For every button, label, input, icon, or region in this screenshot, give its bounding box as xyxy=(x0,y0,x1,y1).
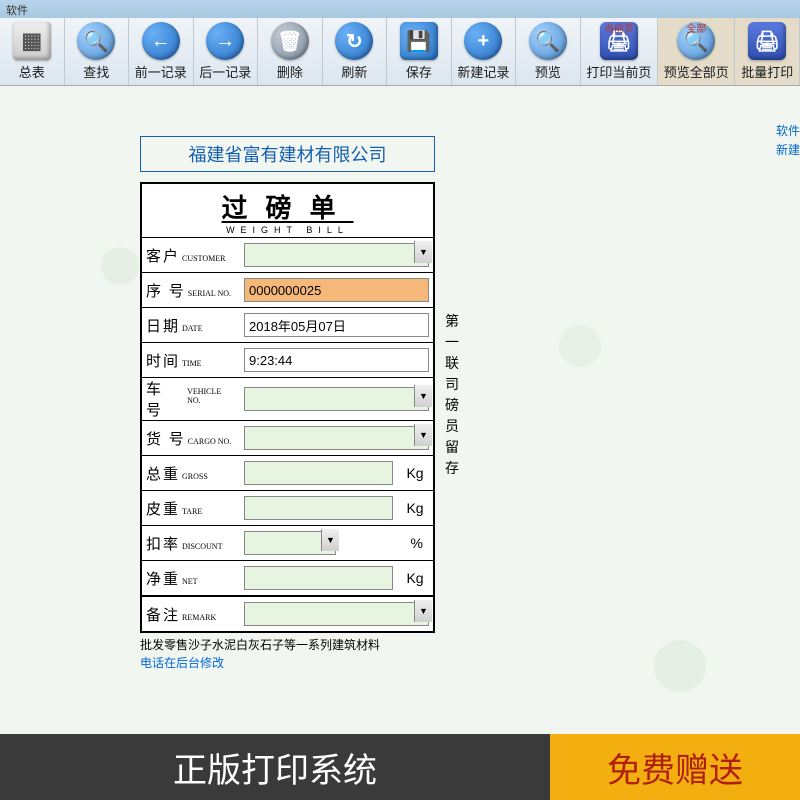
row-discount: 扣率DISCOUNT ▼ % xyxy=(142,526,433,561)
row-customer: 客户CUSTOMER ▼ xyxy=(142,238,433,273)
cargo-select[interactable] xyxy=(244,426,429,450)
toolbar-search[interactable]: 🔍 查找 xyxy=(65,18,130,85)
copy-label: 第一联 司磅员留存 xyxy=(445,312,461,480)
row-date: 日期DATE xyxy=(142,308,433,343)
chevron-down-icon[interactable]: ▼ xyxy=(321,529,339,551)
weigh-bill-form: 福建省富有建材有限公司 过磅单 WEIGHT BILL 客户CUSTOMER ▼… xyxy=(140,136,435,672)
customer-select[interactable] xyxy=(244,243,429,267)
toolbar-batch-print[interactable]: 🖨 批量打印 xyxy=(735,18,800,85)
toolbar-preview-all[interactable]: 全部 🔍 预览全部页 xyxy=(658,18,735,85)
chevron-down-icon[interactable]: ▼ xyxy=(414,600,432,622)
plus-icon: + xyxy=(464,22,502,60)
save-icon: 💾 xyxy=(400,22,438,60)
date-input[interactable] xyxy=(244,313,429,337)
row-tare: 皮重TARE Kg xyxy=(142,491,433,526)
row-cargo: 货 号CARGO NO. ▼ xyxy=(142,421,433,456)
preview-icon: 🔍 xyxy=(529,22,567,60)
arrow-left-icon: ← xyxy=(142,22,180,60)
row-gross: 总重GROSS Kg xyxy=(142,456,433,491)
remark-select[interactable] xyxy=(244,602,429,626)
row-time: 时间TIME xyxy=(142,343,433,378)
toolbar-prev-record[interactable]: ← 前一记录 xyxy=(129,18,194,85)
bill-title: 过磅单 WEIGHT BILL xyxy=(142,184,433,238)
chevron-down-icon[interactable]: ▼ xyxy=(414,241,432,263)
bill-container: 过磅单 WEIGHT BILL 客户CUSTOMER ▼ 序 号SERIAL N… xyxy=(140,182,435,633)
side-links: 软件 新建 xyxy=(776,122,800,160)
toolbar-total-table[interactable]: ▦ 总表 xyxy=(0,18,65,85)
banner-right: 免费赠送 xyxy=(550,734,800,800)
net-input[interactable] xyxy=(244,566,393,590)
content-area: 软件 新建 福建省富有建材有限公司 过磅单 WEIGHT BILL 客户CUST… xyxy=(0,86,800,734)
window-title-bar: 软件 xyxy=(0,0,800,18)
gross-input[interactable] xyxy=(244,461,393,485)
batch-print-icon: 🖨 xyxy=(748,22,786,60)
company-title: 福建省富有建材有限公司 xyxy=(140,136,435,172)
banner-left: 正版打印系统 xyxy=(0,734,550,800)
vehicle-select[interactable] xyxy=(244,387,429,411)
bottom-banner: 正版打印系统 免费赠送 xyxy=(0,734,800,800)
chevron-down-icon[interactable]: ▼ xyxy=(414,385,432,407)
toolbar-preview[interactable]: 🔍 预览 xyxy=(516,18,581,85)
row-serial: 序 号SERIAL NO. xyxy=(142,273,433,308)
toolbar-new-record[interactable]: + 新建记录 xyxy=(452,18,517,85)
chevron-down-icon[interactable]: ▼ xyxy=(414,424,432,446)
toolbar-print-current[interactable]: 当前页 🖨 打印当前页 xyxy=(581,18,658,85)
row-vehicle: 车 号VEHICLE NO. ▼ xyxy=(142,378,433,421)
tare-input[interactable] xyxy=(244,496,393,520)
toolbar-next-record[interactable]: → 后一记录 xyxy=(194,18,259,85)
footer-note-1: 批发零售沙子水泥白灰石子等一系列建筑材料 xyxy=(140,636,435,654)
toolbar-refresh[interactable]: ↻ 刷新 xyxy=(323,18,388,85)
serial-input[interactable] xyxy=(244,278,429,302)
side-link-1[interactable]: 软件 xyxy=(776,122,800,141)
row-remark: 备注REMARK ▼ xyxy=(142,596,433,631)
trash-icon: 🗑 xyxy=(271,22,309,60)
time-input[interactable] xyxy=(244,348,429,372)
search-icon: 🔍 xyxy=(77,22,115,60)
footer-notes: 批发零售沙子水泥白灰石子等一系列建筑材料 电话在后台修改 xyxy=(140,636,435,672)
main-toolbar: ▦ 总表 🔍 查找 ← 前一记录 → 后一记录 🗑 删除 ↻ 刷新 💾 保存 +… xyxy=(0,18,800,86)
table-icon: ▦ xyxy=(13,22,51,60)
side-link-2[interactable]: 新建 xyxy=(776,141,800,160)
toolbar-save[interactable]: 💾 保存 xyxy=(387,18,452,85)
row-net: 净重NET Kg xyxy=(142,561,433,596)
toolbar-delete[interactable]: 🗑 删除 xyxy=(258,18,323,85)
refresh-icon: ↻ xyxy=(335,22,373,60)
arrow-right-icon: → xyxy=(206,22,244,60)
footer-note-2: 电话在后台修改 xyxy=(140,654,435,672)
